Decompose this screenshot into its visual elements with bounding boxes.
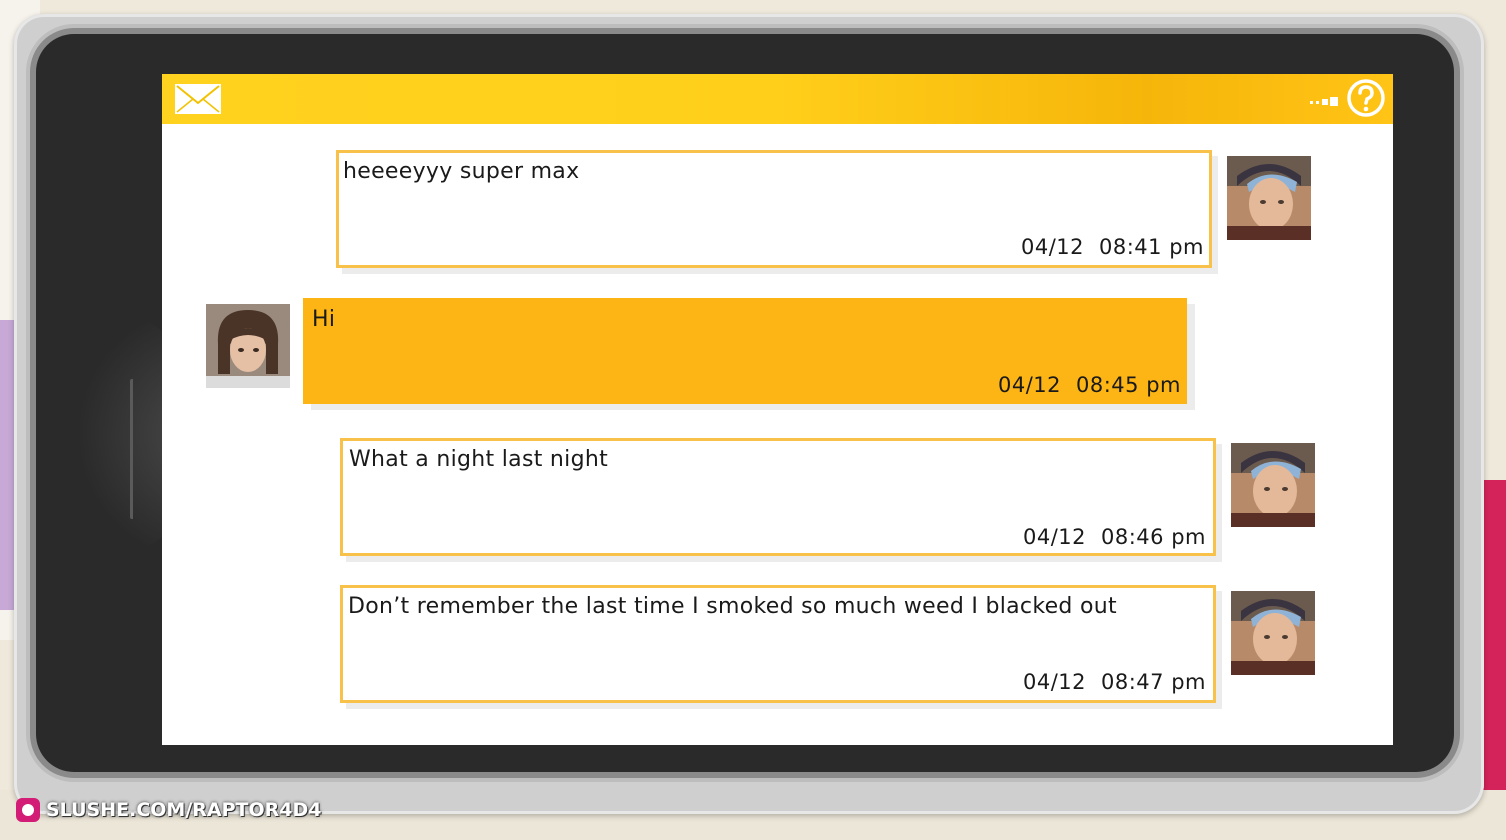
message-received: What a night last night 04/12 08:46 pm — [340, 438, 1216, 556]
signal-dots-icon — [1310, 92, 1342, 106]
bezel-notch — [130, 379, 141, 519]
message-time: 08:41 pm — [1099, 235, 1204, 259]
envelope-icon[interactable] — [174, 83, 222, 115]
message-date: 04/12 — [1023, 525, 1087, 549]
self-avatar — [206, 304, 290, 388]
message-time: 08:47 pm — [1101, 670, 1206, 694]
watermark-text: SLUSHE.COM/RAPTOR4D4 — [46, 799, 322, 821]
message-time: 08:46 pm — [1101, 525, 1206, 549]
contact-avatar — [1231, 591, 1315, 675]
message-time: 08:45 pm — [1076, 373, 1181, 397]
message-date: 04/12 — [1023, 670, 1087, 694]
message-text: Hi — [312, 307, 336, 332]
watermark: SLUSHE.COM/RAPTOR4D4 — [16, 797, 321, 823]
message-received: Don’t remember the last time I smoked so… — [340, 585, 1216, 703]
message-date: 04/12 — [998, 373, 1062, 397]
contact-avatar — [1231, 443, 1315, 527]
message-received: heeeeyyy super max 04/12 08:41 pm — [336, 150, 1212, 268]
question-circle-icon[interactable] — [1346, 78, 1386, 118]
message-sent: Hi 04/12 08:45 pm — [303, 298, 1187, 404]
messages-screen: heeeeyyy super max 04/12 08:41 pm Hi 04/… — [162, 74, 1393, 745]
message-text: Don’t remember the last time I smoked so… — [348, 594, 1117, 619]
slushe-logo-icon — [16, 798, 40, 822]
header-bar — [162, 74, 1393, 124]
message-text: heeeeyyy super max — [343, 159, 580, 184]
message-text: What a night last night — [349, 447, 609, 472]
contact-avatar — [1227, 156, 1311, 240]
message-date: 04/12 — [1021, 235, 1085, 259]
